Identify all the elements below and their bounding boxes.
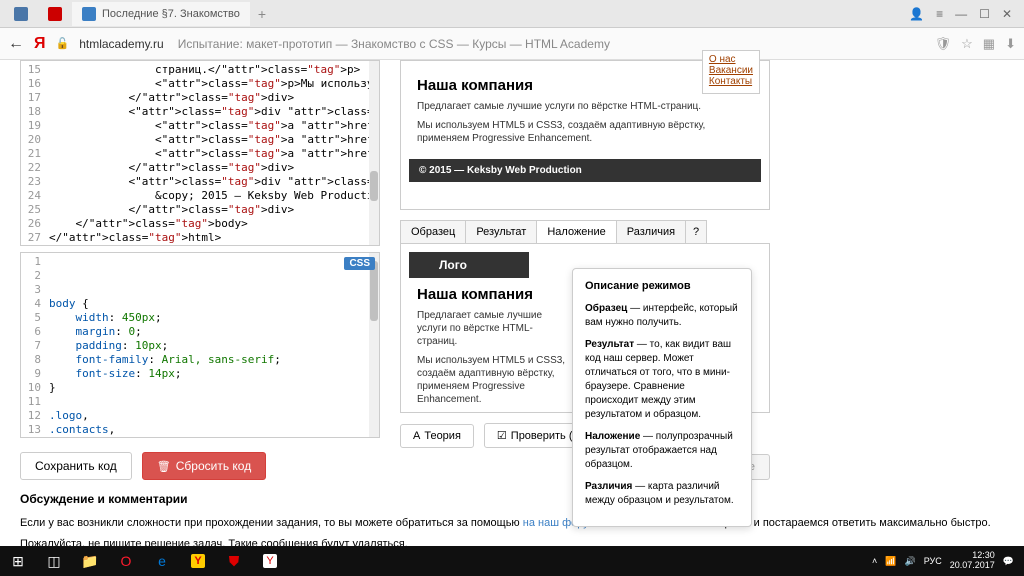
user-icon[interactable]: 👤 [909, 7, 924, 21]
app-icon[interactable]: ⛊ [216, 546, 252, 576]
menu-icon[interactable]: ≡ [936, 7, 943, 21]
html-editor[interactable]: 15 страниц.</"attr">class="tag">p>16 <"a… [20, 60, 380, 246]
scrollbar[interactable] [369, 253, 379, 437]
tray-volume[interactable]: 🔊 [904, 556, 915, 567]
scrollbar[interactable] [369, 61, 379, 245]
link-contacts[interactable]: Контакты [709, 76, 753, 87]
preview-text2: Мы используем HTML5 и CSS3, создаём адап… [417, 119, 753, 145]
tab-diff[interactable]: Различия [616, 220, 686, 243]
taskview-icon[interactable]: ◫ [36, 546, 72, 576]
trash-icon [157, 459, 171, 473]
close-button[interactable]: ✕ [1002, 7, 1012, 21]
url-host: htmlacademy.ru [79, 37, 163, 51]
new-tab-button[interactable]: + [250, 6, 274, 22]
tray-notifications[interactable]: 💬 [1003, 556, 1014, 567]
tab-sample[interactable]: Образец [400, 220, 466, 243]
tab-vk[interactable] [4, 2, 38, 26]
css-editor[interactable]: CSS 1234body {5 width: 450px;6 margin: 0… [20, 252, 380, 438]
lock-icon: 🔓 [56, 37, 70, 50]
shield-icon[interactable]: 🛡 [935, 36, 952, 52]
tab-overlay[interactable]: Наложение [536, 220, 616, 243]
check-icon: ☑ [497, 429, 507, 442]
back-button[interactable]: ← [8, 35, 24, 53]
browser-titlebar: Последние §7. Знакомство + 👤 ≡ — ☐ ✕ [0, 0, 1024, 28]
font-icon: A [413, 430, 420, 442]
result-tabs: Образец Результат Наложение Различия ? [400, 220, 770, 244]
tab-result[interactable]: Результат [465, 220, 537, 243]
link-about[interactable]: О нас [709, 54, 753, 65]
app-icon-2[interactable]: Y [252, 546, 288, 576]
edge-icon[interactable]: e [144, 546, 180, 576]
preview-text1: Предлагает самые лучшие услуги по вёрстк… [417, 100, 753, 113]
link-vacancies[interactable]: Вакансии [709, 65, 753, 76]
tab-htmlacademy[interactable]: Последние §7. Знакомство [72, 2, 250, 26]
tray-clock[interactable]: 12:30 20.07.2017 [950, 551, 995, 571]
preview2-logo: Лого [409, 252, 529, 278]
download-icon[interactable]: ⬇ [1005, 36, 1016, 52]
yandex-logo[interactable]: Я [34, 35, 46, 53]
bookmark-icon[interactable]: ☆ [961, 36, 973, 52]
tab-help[interactable]: ? [685, 220, 707, 243]
maximize-button[interactable]: ☐ [979, 7, 990, 21]
preview-nav-links: О нас Вакансии Контакты [702, 50, 760, 94]
page-title: Испытание: макет-прототип — Знакомство с… [178, 37, 610, 51]
start-button[interactable]: ⊞ [0, 546, 36, 576]
save-button[interactable]: Сохранить код [20, 452, 132, 480]
tab-youtube[interactable] [38, 2, 72, 26]
yandex-icon[interactable]: Y [180, 546, 216, 576]
minimize-button[interactable]: — [955, 7, 967, 21]
tooltip-title: Описание режимов [585, 279, 739, 294]
theory-button[interactable]: AТеория [400, 424, 474, 448]
preview2-text2: Мы используем HTML5 и CSS3, создаём адап… [417, 354, 567, 406]
tray-network[interactable]: 📶 [885, 556, 896, 567]
tab-label: Последние §7. Знакомство [102, 8, 240, 20]
discussion-heading: Обсуждение и комментарии [20, 492, 1004, 506]
reset-button[interactable]: Сбросить код [142, 452, 266, 480]
modes-tooltip: Описание режимов Образец — интерфейс, ко… [572, 268, 752, 527]
preview-footer: © 2015 — Keksby Web Production [409, 159, 761, 182]
explorer-icon[interactable]: 📁 [72, 546, 108, 576]
preview2-text1: Предлагает самые лучшие услуги по вёрстк… [417, 309, 567, 348]
tray-chevron[interactable]: ˄ [872, 556, 877, 566]
windows-taskbar: ⊞ ◫ 📁 O e Y ⛊ Y ˄ 📶 🔊 РУС 12:30 20.07.20… [0, 546, 1024, 576]
opera-icon[interactable]: O [108, 546, 144, 576]
css-badge: CSS [344, 257, 375, 270]
address-bar: ← Я 🔓 htmlacademy.ru Испытание: макет-пр… [0, 28, 1024, 60]
tray-lang[interactable]: РУС [924, 556, 942, 566]
extension-icon[interactable]: ▦ [983, 36, 995, 52]
